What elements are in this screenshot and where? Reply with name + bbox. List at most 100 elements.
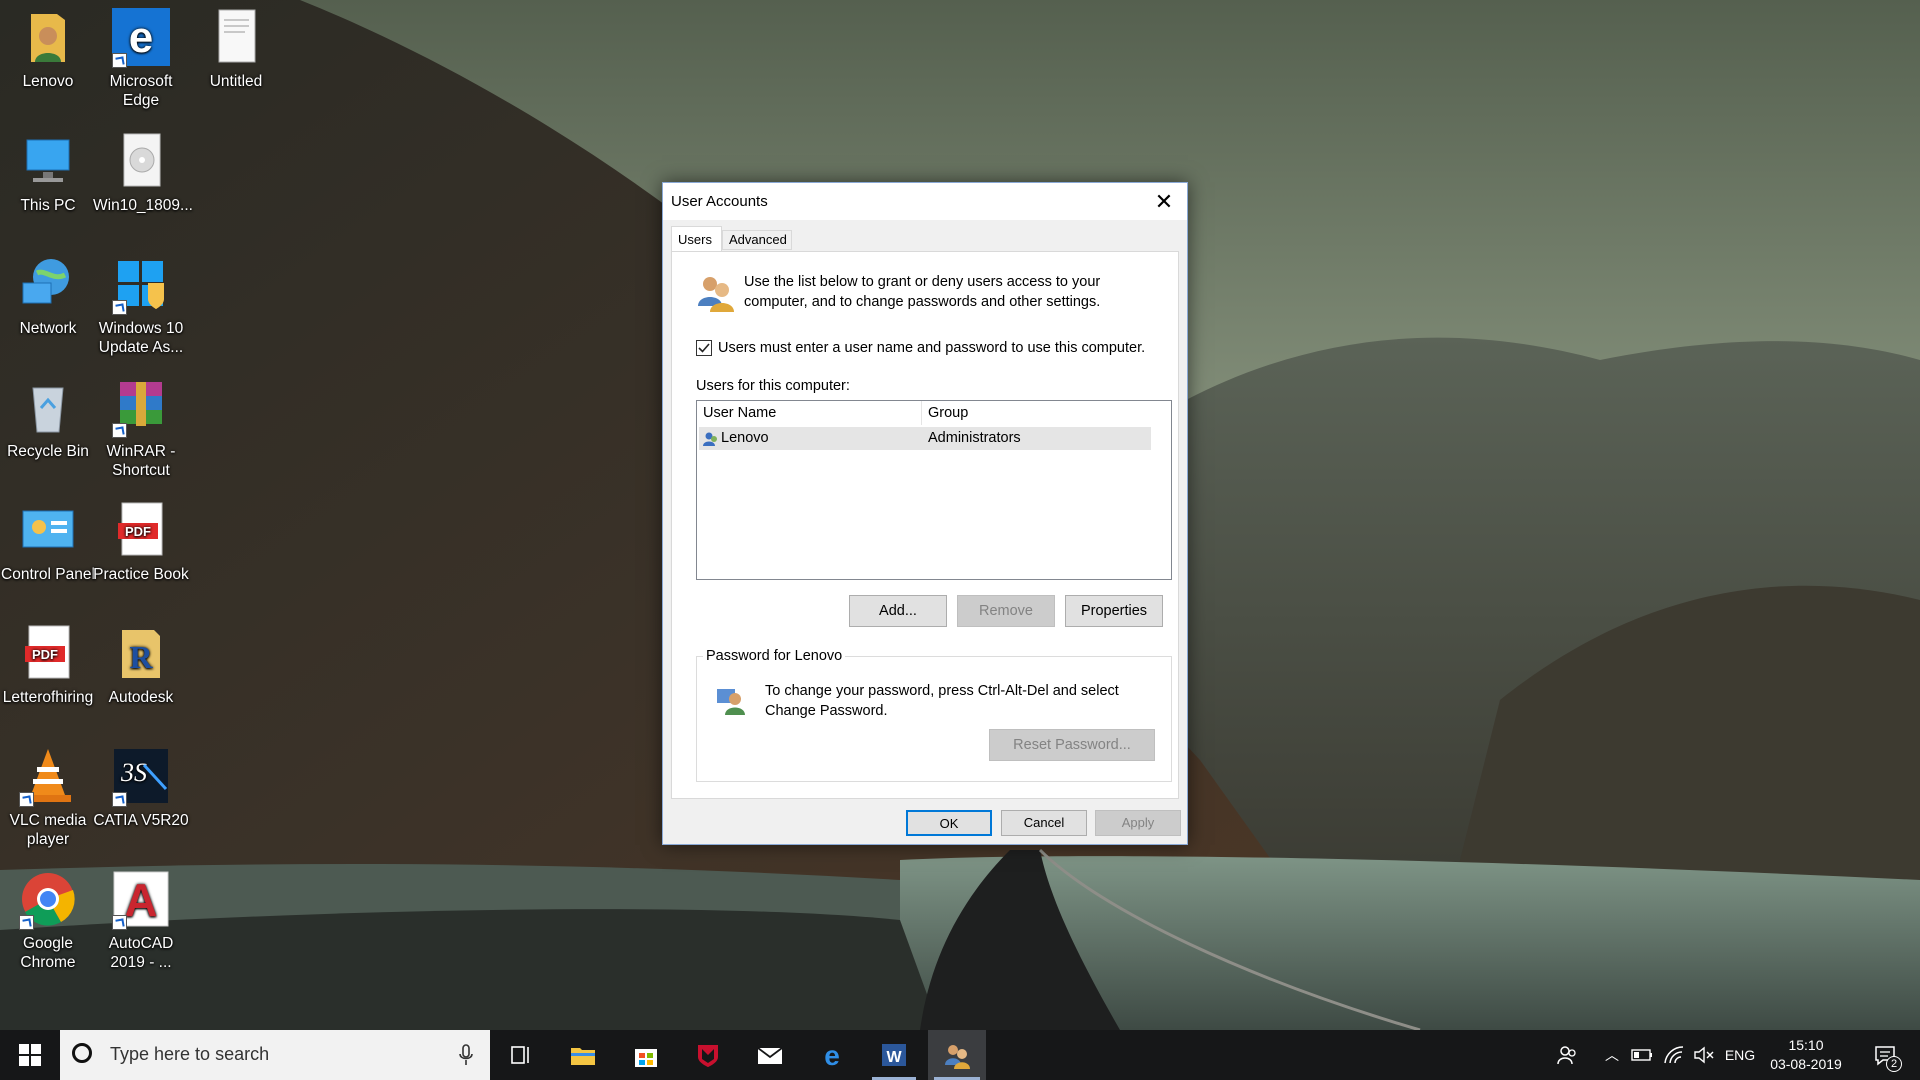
taskbar-mail[interactable]: [742, 1030, 798, 1080]
dialog-titlebar[interactable]: User Accounts ✕: [663, 183, 1187, 220]
desktop-icon-label: Win10_1809...: [93, 197, 193, 214]
desktop-icon-winrar[interactable]: WinRAR - Shortcut: [93, 376, 189, 480]
svg-text:W: W: [886, 1049, 902, 1066]
table-row[interactable]: Lenovo Administrators: [699, 427, 1151, 450]
require-password-label[interactable]: Users must enter a user name and passwor…: [718, 338, 1145, 358]
show-hidden-icons-button[interactable]: ︿: [1600, 1030, 1624, 1080]
dialog-title: User Accounts: [671, 193, 768, 210]
task-view-icon: [511, 1046, 529, 1064]
desktop-icon-label: Recycle Bin: [7, 443, 89, 460]
action-center-button[interactable]: 2: [1860, 1030, 1910, 1080]
desktop-icon-untitled[interactable]: Untitled: [188, 6, 284, 91]
desktop-icon-label: Autodesk: [108, 689, 174, 706]
desktop-icon-win10-iso[interactable]: Win10_1809...: [93, 130, 193, 215]
desktop-icon-vlc[interactable]: VLC media player: [0, 745, 96, 849]
shortcut-arrow-icon: [19, 792, 34, 807]
clock[interactable]: 15:10 03-08-2019: [1762, 1030, 1850, 1080]
desktop-icon-autocad[interactable]: A AutoCAD 2019 - ...: [93, 868, 189, 972]
document-icon: [205, 6, 267, 68]
desktop-icon-catia[interactable]: 3S CATIA V5R20: [93, 745, 189, 830]
desktop-icon-network[interactable]: Network: [0, 253, 96, 338]
desktop-icon-label: VLC media player: [9, 812, 87, 848]
task-view-button[interactable]: [492, 1030, 548, 1080]
people-icon: [1557, 1046, 1576, 1065]
ok-button[interactable]: OK: [906, 810, 992, 836]
recycle-bin-icon: [17, 376, 79, 438]
network-tray[interactable]: [1660, 1030, 1688, 1080]
taskbar-edge[interactable]: e: [804, 1030, 860, 1080]
wifi-icon: [1664, 1046, 1684, 1064]
search-input[interactable]: Type here to search: [110, 1044, 269, 1065]
desktop-icon-control-panel[interactable]: Control Panel: [0, 499, 96, 584]
notification-count-badge: 2: [1886, 1056, 1902, 1072]
taskbar-user-accounts[interactable]: [928, 1030, 986, 1080]
desktop-icon-autodesk[interactable]: R Autodesk: [93, 622, 189, 707]
desktop-icon-practice-book[interactable]: PDF Practice Book: [93, 499, 189, 584]
shortcut-arrow-icon: [112, 915, 127, 930]
desktop-icon-recycle-bin[interactable]: Recycle Bin: [0, 376, 96, 461]
users-list[interactable]: User Name Group Lenovo Administrators: [696, 400, 1172, 580]
svg-text:PDF: PDF: [125, 524, 151, 539]
search-box[interactable]: Type here to search: [60, 1030, 490, 1080]
chrome-icon: [17, 868, 79, 930]
intro-text: Use the list below to grant or deny user…: [744, 274, 1101, 310]
disc-image-icon: [110, 130, 172, 192]
column-header-user-name[interactable]: User Name: [697, 401, 922, 425]
password-group: Password for Lenovo To change your passw…: [696, 646, 1172, 782]
remove-button[interactable]: Remove: [957, 595, 1055, 627]
tab-advanced[interactable]: Advanced: [722, 230, 792, 250]
desktop-icon-label: AutoCAD 2019 - ...: [108, 935, 174, 971]
clock-date: 03-08-2019: [1770, 1056, 1842, 1072]
require-password-checkbox[interactable]: [696, 340, 712, 356]
tab-users[interactable]: Users: [671, 226, 722, 252]
column-header-group[interactable]: Group: [922, 401, 1147, 425]
password-instructions: To change your password, press Ctrl-Alt-…: [765, 683, 1119, 719]
people-button[interactable]: [1550, 1030, 1584, 1080]
add-button[interactable]: Add...: [849, 595, 947, 627]
catia-icon: 3S: [110, 745, 172, 807]
shortcut-arrow-icon: [112, 300, 127, 315]
taskbar-file-explorer[interactable]: [555, 1030, 611, 1080]
svg-text:R: R: [129, 639, 153, 675]
start-button[interactable]: [0, 1030, 60, 1080]
users-icon: [698, 277, 734, 312]
volume-tray[interactable]: [1690, 1030, 1718, 1080]
input-language-indicator[interactable]: ENG: [1720, 1030, 1760, 1080]
desktop-icon-chrome[interactable]: Google Chrome: [0, 868, 96, 972]
shortcut-arrow-icon: [112, 792, 127, 807]
pdf-icon: PDF: [17, 622, 79, 684]
taskbar-store[interactable]: [618, 1030, 674, 1080]
reset-password-button[interactable]: Reset Password...: [989, 729, 1155, 761]
desktop-icon-label: Google Chrome: [20, 935, 76, 971]
close-button[interactable]: ✕: [1141, 183, 1187, 220]
microphone-icon[interactable]: [458, 1044, 474, 1066]
control-panel-icon: [17, 499, 79, 561]
desktop-icon-label: Letterofhiring: [2, 689, 94, 706]
store-bag-icon: [635, 1049, 657, 1067]
edge-icon: e: [824, 1041, 840, 1069]
user-folder-icon: [17, 6, 79, 68]
desktop-icon-this-pc[interactable]: This PC: [0, 130, 96, 215]
autodesk-folder-icon: R: [110, 622, 172, 684]
properties-button[interactable]: Properties: [1065, 595, 1163, 627]
svg-text:PDF: PDF: [32, 647, 58, 662]
folder-icon: [571, 1048, 595, 1065]
desktop-icon-windows-update[interactable]: Windows 10 Update As...: [93, 253, 189, 357]
desktop-icon-label: This PC: [20, 197, 76, 214]
row-user-name: Lenovo: [721, 430, 769, 446]
clock-time: 15:10: [1788, 1037, 1824, 1053]
cancel-button[interactable]: Cancel: [1001, 810, 1087, 836]
desktop-icon-lenovo[interactable]: Lenovo: [0, 6, 96, 91]
mcafee-shield-icon: [698, 1045, 718, 1067]
desktop-icon-letterofhiring[interactable]: PDF Letterofhiring: [0, 622, 96, 707]
desktop-icon-label: Network: [19, 320, 77, 337]
taskbar-mcafee[interactable]: [680, 1030, 736, 1080]
users-icon: [945, 1045, 970, 1069]
battery-tray[interactable]: [1628, 1030, 1656, 1080]
winrar-icon: [110, 376, 172, 438]
apply-button[interactable]: Apply: [1095, 810, 1181, 836]
desktop-icon-label: Untitled: [209, 73, 263, 90]
checkmark-icon: [698, 343, 710, 353]
taskbar-word[interactable]: W: [866, 1030, 922, 1080]
desktop-icon-edge[interactable]: e Microsoft Edge: [93, 6, 189, 110]
